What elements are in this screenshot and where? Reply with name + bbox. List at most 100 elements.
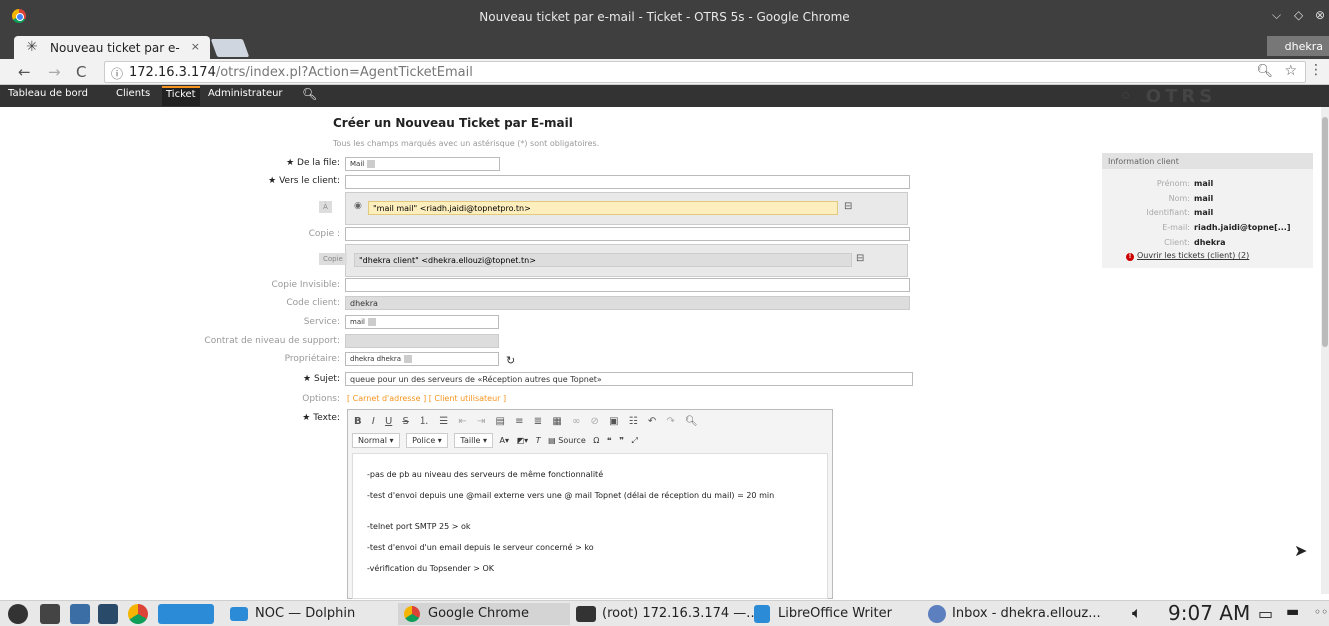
remove-token-icon[interactable] (404, 355, 413, 363)
indent-icon[interactable]: ⇥ (477, 416, 485, 427)
refresh-icon[interactable]: ↻ (506, 354, 515, 367)
options-links[interactable]: [ Carnet d'adresse ] [ Client utilisateu… (347, 394, 506, 403)
chrome-menu-icon[interactable]: ⋮ (1309, 62, 1323, 78)
align-right-icon[interactable]: ≣ (534, 416, 542, 427)
format-combo[interactable]: Normal ▾ (352, 433, 400, 448)
more-icon[interactable]: ◦◦ (1314, 605, 1328, 619)
label-owner: Propriétaire: (284, 354, 340, 364)
back-arrow-icon[interactable]: ← (18, 63, 31, 81)
otrs-favicon-icon: ✳ (26, 39, 38, 55)
unlink-icon[interactable]: ⊘ (590, 416, 598, 427)
task-terminal[interactable]: (root) 172.16.3.174 —... (602, 606, 759, 621)
to-input[interactable] (345, 175, 910, 189)
task-dolphin[interactable]: NOC — Dolphin (255, 606, 355, 621)
horizontal-rule-icon[interactable]: ☷ (629, 416, 638, 427)
label-cc: Copie : (308, 229, 340, 239)
required-hint: Tous les champs marqués avec un astérisq… (333, 139, 600, 148)
source-button[interactable]: ▤ Source (548, 436, 586, 445)
folder-icon[interactable] (158, 604, 214, 624)
subject-input[interactable]: queue pour un des serveurs de «Réception… (345, 372, 913, 386)
strikethrough-icon[interactable]: S (402, 416, 408, 427)
link-icon[interactable]: ∞ (572, 416, 580, 427)
align-left-icon[interactable]: ▤ (496, 416, 505, 427)
zoom-icon[interactable]: 🔍︎ (1256, 64, 1273, 79)
font-combo[interactable]: Police ▾ (406, 433, 448, 448)
service-select[interactable]: mail (345, 315, 499, 329)
justify-icon[interactable]: ▦ (552, 416, 561, 427)
remove-recipient-icon[interactable]: ⊟ (844, 201, 852, 212)
system-taskbar: NOC — Dolphin Google Chrome (root) 172.1… (0, 600, 1329, 626)
close-window-icon[interactable]: ⊗ (1315, 8, 1325, 22)
nav-dashboard[interactable]: Tableau de bord (8, 88, 88, 99)
scrollbar-thumb[interactable] (1322, 117, 1328, 347)
blockquote-icon[interactable]: ❝ (607, 436, 612, 445)
text-color-icon[interactable]: A▾ (500, 436, 510, 445)
editor-body[interactable]: -pas de pb au niveau des serveurs de mêm… (352, 453, 828, 599)
customer-code-field: dhekra (345, 296, 910, 310)
remove-token-icon[interactable] (367, 160, 376, 168)
editor-line: -pas de pb au niveau des serveurs de mêm… (367, 470, 604, 479)
task-inbox[interactable]: Inbox - dhekra.ellouz... (952, 606, 1101, 621)
background-color-icon[interactable]: ◩▾ (517, 436, 529, 445)
warning-icon: ! (1126, 253, 1134, 261)
terminal-icon[interactable] (40, 604, 60, 624)
editor-line: -telnet port SMTP 25 > ok (367, 522, 471, 531)
clock[interactable]: 9:07 AM (1168, 601, 1250, 625)
battery-icon[interactable]: ▬ (1286, 604, 1299, 620)
clipboard-icon[interactable]: ▭ (1258, 604, 1273, 623)
owner-token: dhekra dhekra (350, 355, 413, 363)
editor-line: -test d'envoi d'un email depuis le serve… (367, 543, 594, 552)
italic-icon[interactable]: I (372, 416, 375, 427)
special-char-icon[interactable]: Ω (593, 436, 599, 445)
nav-clients[interactable]: Clients (116, 88, 150, 99)
calculator-icon[interactable] (98, 604, 118, 624)
open-tickets-link[interactable]: ! Ouvrir les tickets (client) (2) (1126, 251, 1249, 261)
profile-button[interactable]: dhekra (1267, 36, 1329, 56)
owner-select[interactable]: dhekra dhekra (345, 352, 499, 366)
chrome-launcher-icon[interactable] (128, 604, 148, 624)
code-icon[interactable]: ❞ (619, 436, 624, 445)
underline-icon[interactable]: U (385, 416, 392, 427)
maximize-editor-icon[interactable]: ⤢ (631, 436, 637, 445)
page-scrollbar[interactable] (1321, 107, 1329, 594)
queue-select[interactable]: Mail (345, 157, 500, 171)
undo-icon[interactable]: ↶ (648, 416, 656, 427)
image-icon[interactable]: ▣ (609, 416, 618, 427)
customer-info-title: Information client (1102, 153, 1313, 169)
konsole-icon[interactable] (70, 604, 90, 624)
numbered-list-icon[interactable]: ⒈ (419, 416, 429, 427)
bullet-list-icon[interactable]: ☰ (439, 416, 448, 427)
info-icon[interactable]: ⓘ (111, 65, 123, 82)
cc-type-button[interactable]: Copie (319, 253, 347, 265)
reload-icon[interactable]: C (76, 63, 86, 81)
label-subject: ★ Sujet: (303, 374, 340, 384)
bookmark-star-icon[interactable]: ☆ (1284, 63, 1297, 79)
maximize-icon[interactable]: ◇ (1294, 8, 1303, 22)
label-bcc: Copie Invisible: (271, 280, 340, 290)
outdent-icon[interactable]: ⇤ (458, 416, 466, 427)
to-recipient-tag: "mail mail" <riadh.jaidi@topnetpro.tn> (368, 201, 838, 215)
remove-format-icon[interactable]: T (536, 436, 541, 445)
to-type-button[interactable]: À (319, 201, 332, 213)
volume-icon[interactable]: 🔈︎ (1132, 603, 1142, 623)
bcc-input[interactable] (345, 278, 910, 292)
align-center-icon[interactable]: ≡ (515, 416, 523, 427)
writer-icon (754, 605, 770, 623)
form-labels: ★ De la file: ★ Vers le client: Copie : … (150, 0, 340, 626)
bold-icon[interactable]: B (354, 416, 362, 427)
app-launcher-icon[interactable] (8, 604, 28, 624)
remove-cc-icon[interactable]: ⊟ (856, 253, 864, 264)
task-writer[interactable]: LibreOffice Writer (778, 606, 892, 621)
forward-arrow-icon[interactable]: → (48, 63, 61, 81)
label-to: ★ Vers le client: (268, 176, 340, 186)
redo-icon[interactable]: ↷ (666, 416, 674, 427)
minimize-icon[interactable]: ⌵ (1272, 8, 1281, 23)
radio-icon[interactable]: ◉ (354, 201, 362, 211)
find-icon[interactable]: 🔍︎ (685, 416, 698, 427)
size-combo[interactable]: Taille ▾ (454, 433, 493, 448)
remove-token-icon[interactable] (368, 318, 376, 326)
rich-text-editor: B I U S ⒈ ☰ ⇤ ⇥ ▤ ≡ ≣ ▦ ∞ ⊘ ▣ ☷ ↶ ↷ 🔍︎ N… (347, 409, 833, 599)
cc-input[interactable] (345, 227, 910, 241)
queue-token: Mail (350, 160, 376, 168)
task-chrome[interactable]: Google Chrome (428, 606, 529, 621)
